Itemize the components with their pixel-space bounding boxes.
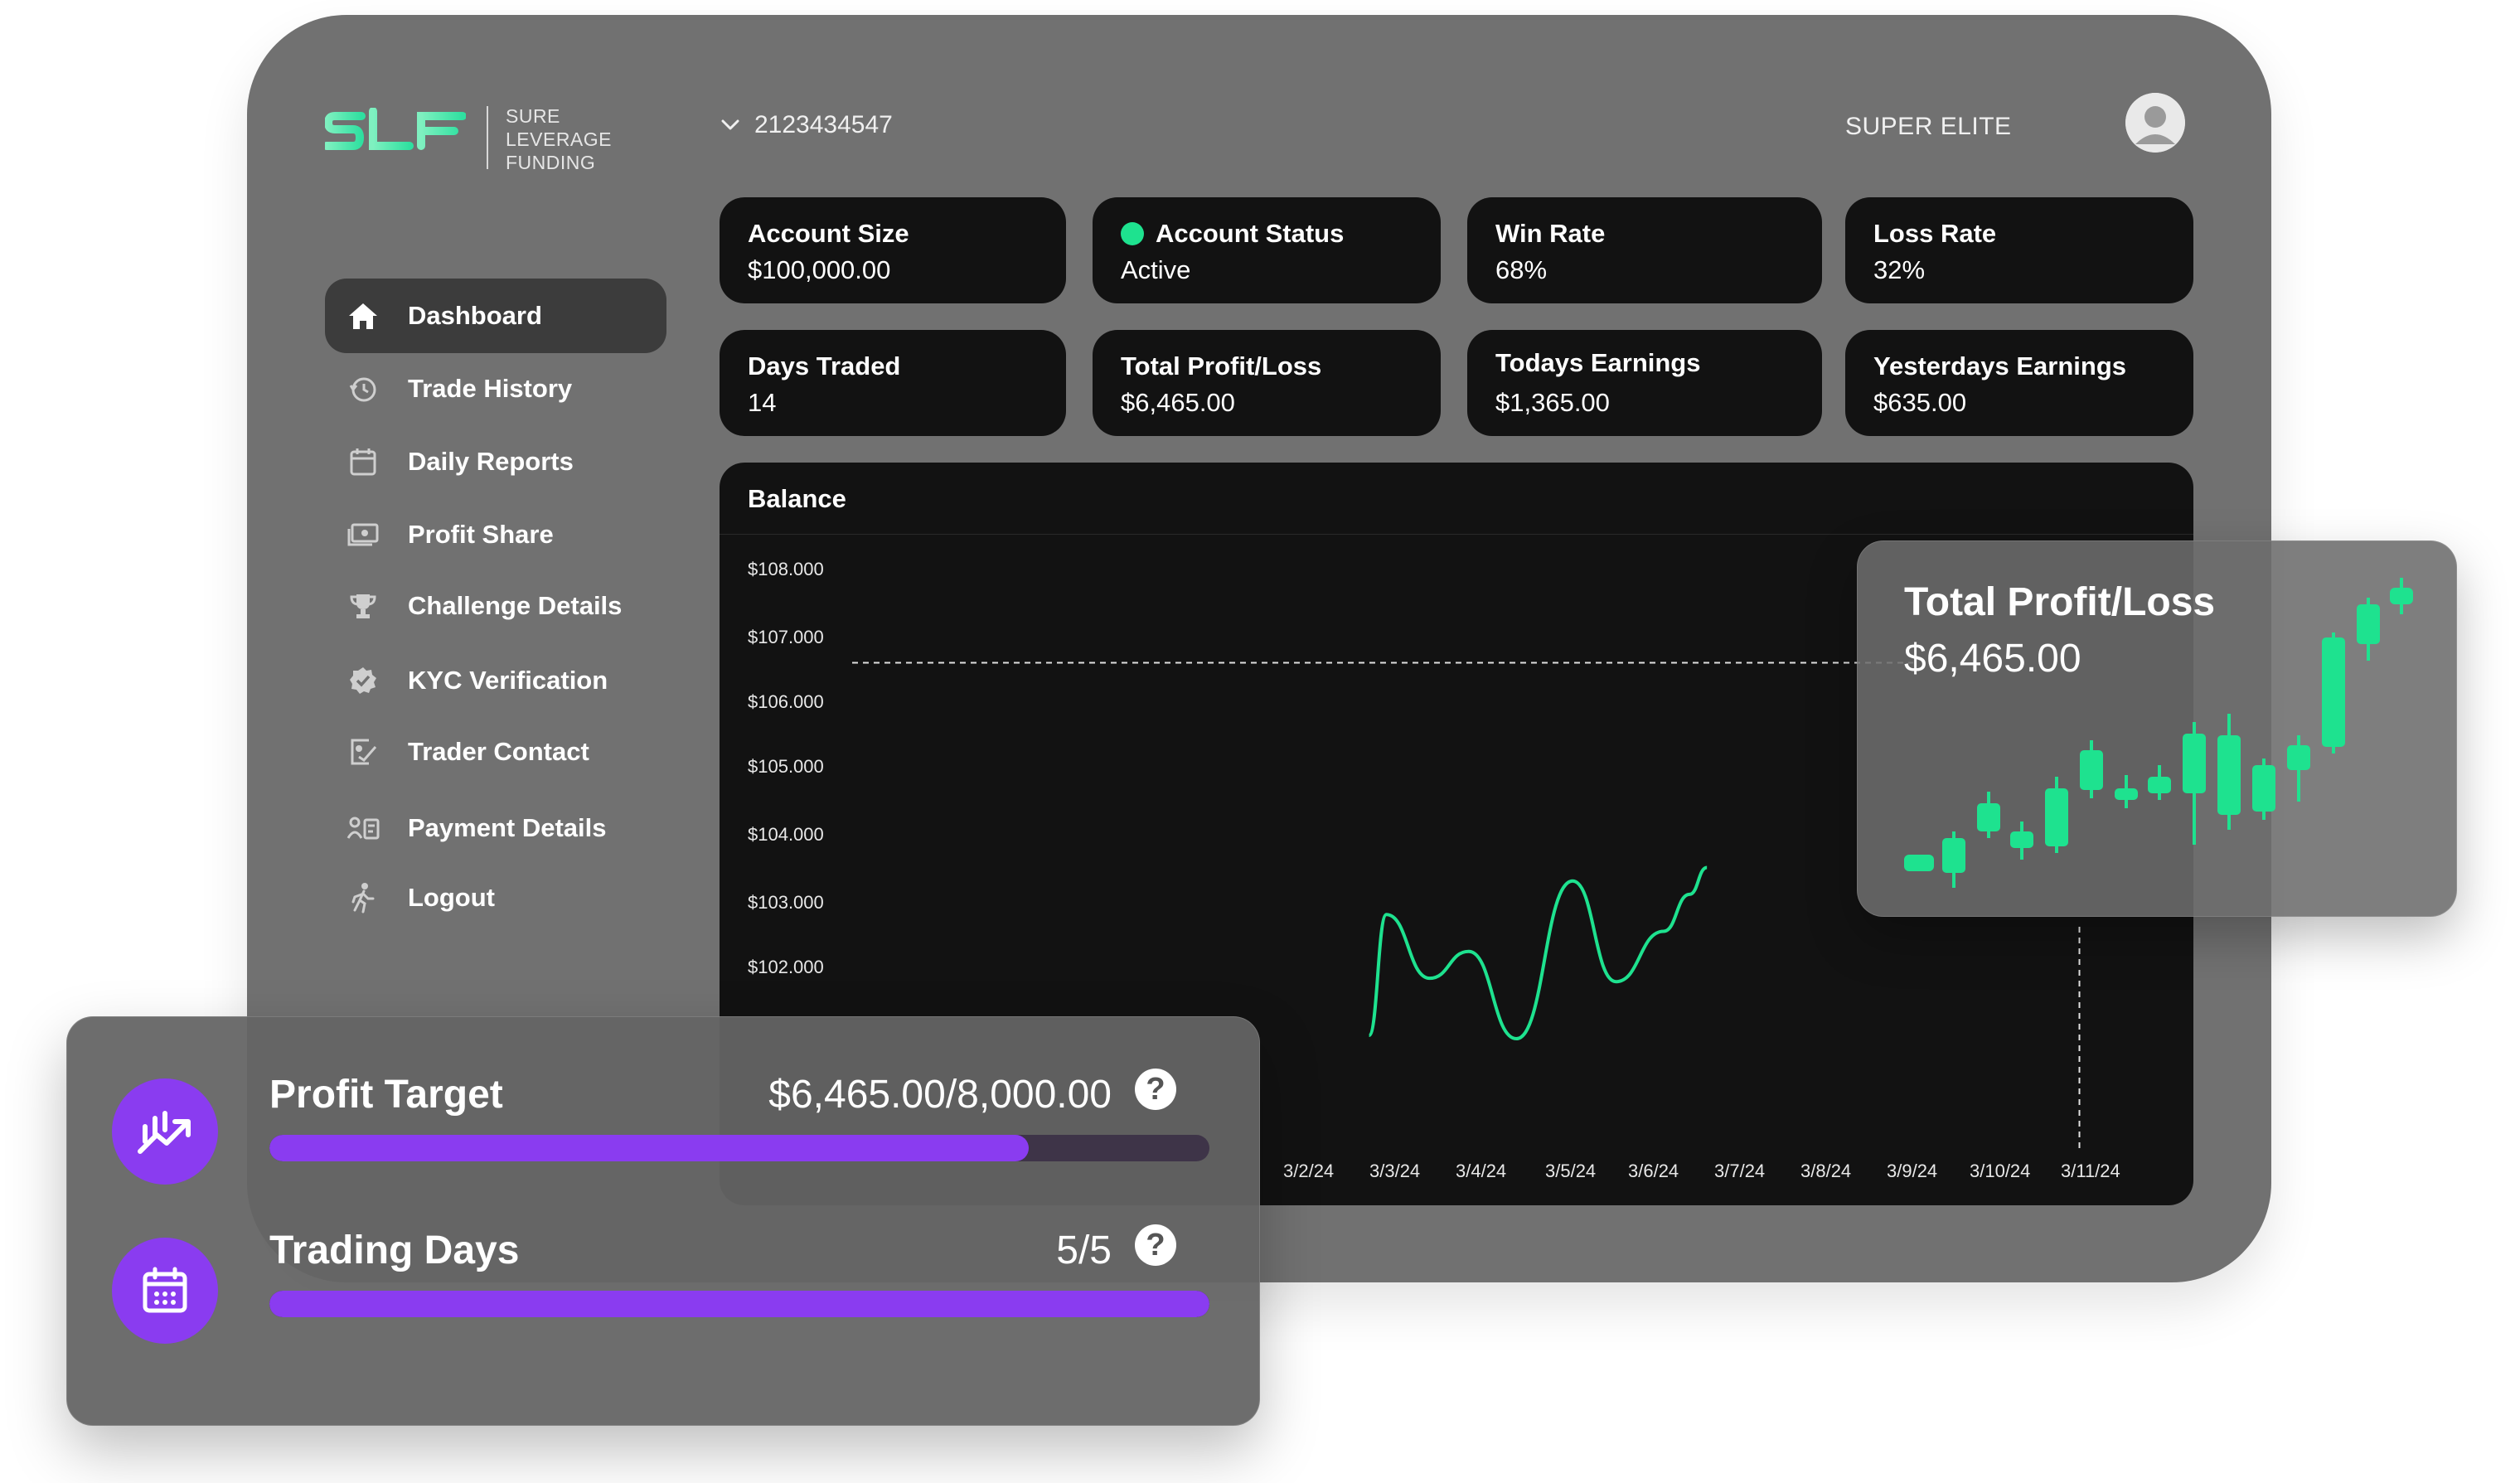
targets-card: Profit Target $6,465.00/8,000.00 ? Tradi…: [66, 1016, 1260, 1426]
stat-title: Loss Rate: [1873, 219, 1997, 248]
sidebar-item-trader-contact[interactable]: Trader Contact: [325, 715, 666, 789]
balance-series-line: [1367, 865, 1708, 1041]
stat-title: Win Rate: [1495, 219, 1606, 248]
stat-value: 68%: [1495, 255, 1548, 284]
stat-card-account-size: Account Size $100,000.00: [720, 197, 1066, 303]
help-icon[interactable]: ?: [1135, 1069, 1176, 1110]
profit-loss-card: Total Profit/Loss $6,465.00: [1857, 540, 2457, 917]
chevron-down-icon: [721, 119, 739, 130]
stat-card-loss-rate: Loss Rate 32%: [1845, 197, 2193, 303]
slf-logo-mark: [325, 108, 466, 150]
x-tick-label: 3/4/24: [1456, 1161, 1507, 1181]
sidebar-item-label: Trader Contact: [408, 737, 589, 766]
stat-card-days-traded: Days Traded 14: [720, 330, 1066, 436]
trading-days-label: Trading Days: [269, 1229, 520, 1272]
sidebar-item-label: KYC Verification: [408, 666, 608, 695]
sidebar-item-challenge-details[interactable]: Challenge Details: [325, 569, 666, 643]
sidebar-item-daily-reports[interactable]: Daily Reports: [325, 424, 666, 499]
account-tier: SUPER ELITE: [1845, 113, 2012, 140]
sidebar-item-label: Logout: [408, 883, 496, 912]
profit-target-progress: [269, 1135, 1209, 1161]
contact-icon: [346, 735, 380, 768]
stat-card-todays-earnings: Todays Earnings $1,365.00: [1467, 330, 1822, 436]
trading-days-progress: [269, 1291, 1209, 1317]
stat-value: $635.00: [1873, 388, 1967, 417]
stat-card-total-profit-loss: Total Profit/Loss $6,465.00: [1093, 330, 1441, 436]
stat-card-account-status: Account Status Active: [1093, 197, 1441, 303]
candlestick-chart-icon: [1904, 578, 2413, 888]
stat-title: Total Profit/Loss: [1121, 351, 1322, 380]
stat-card-win-rate: Win Rate 68%: [1467, 197, 1822, 303]
sidebar-item-dashboard[interactable]: Dashboard: [325, 279, 666, 353]
sidebar-item-trade-history[interactable]: Trade History: [325, 351, 666, 426]
x-tick-label: 3/7/24: [1714, 1161, 1766, 1181]
user-avatar[interactable]: [2125, 93, 2185, 153]
stat-value: 14: [748, 388, 777, 417]
trading-days-progress-fill: [269, 1291, 1209, 1317]
profit-target-progress-fill: [269, 1135, 1030, 1161]
x-tick-label: 3/10/24: [1970, 1161, 2031, 1181]
x-tick-label: 3/8/24: [1800, 1161, 1852, 1181]
sidebar-item-label: Challenge Details: [408, 591, 623, 620]
home-icon: [346, 299, 380, 332]
calendar-icon: [346, 445, 380, 478]
payment-icon: [346, 812, 380, 845]
cash-icon: [346, 518, 380, 551]
sidebar-item-payment-details[interactable]: Payment Details: [325, 791, 666, 865]
logout-icon: [346, 881, 380, 914]
status-dot: [1121, 222, 1144, 245]
sidebar-item-label: Dashboard: [408, 301, 542, 330]
stat-value: $6,465.00: [1121, 388, 1235, 417]
stat-card-yesterdays-earnings: Yesterdays Earnings $635.00: [1845, 330, 2193, 436]
sidebar-item-kyc-verification[interactable]: KYC Verification: [325, 643, 666, 718]
stat-value: Active: [1121, 255, 1191, 284]
user-icon: [2125, 93, 2185, 153]
stat-value: $1,365.00: [1495, 388, 1610, 417]
account-number: 2123434547: [754, 111, 893, 138]
profit-target-label: Profit Target: [269, 1073, 503, 1117]
x-tick-label: 3/6/24: [1628, 1161, 1679, 1181]
brand-name: SURE LEVERAGE FUNDING: [506, 104, 612, 174]
brand-logo[interactable]: SURE LEVERAGE FUNDING: [325, 104, 640, 179]
x-tick-label: 3/9/24: [1887, 1161, 1938, 1181]
x-tick-label: 3/2/24: [1283, 1161, 1335, 1181]
account-selector[interactable]: 2123434547: [721, 111, 893, 139]
help-icon[interactable]: ?: [1135, 1224, 1176, 1266]
sidebar-item-label: Profit Share: [408, 520, 554, 549]
history-icon: [346, 372, 380, 405]
stat-title: Todays Earnings: [1495, 348, 1701, 377]
x-tick-label: 3/5/24: [1545, 1161, 1597, 1181]
x-tick-label: 3/3/24: [1369, 1161, 1421, 1181]
verified-badge-icon: [346, 664, 380, 697]
stat-title: Yesterdays Earnings: [1873, 351, 2126, 380]
stat-value: $100,000.00: [748, 255, 891, 284]
stat-title: Account Size: [748, 219, 909, 248]
brand-name-line: LEVERAGE: [506, 128, 612, 150]
logo-divider: [487, 106, 488, 169]
x-tick-label: 3/11/24: [2061, 1161, 2120, 1181]
sidebar-item-logout[interactable]: Logout: [325, 860, 666, 935]
brand-name-line: FUNDING: [506, 152, 596, 173]
stat-title: Account Status: [1156, 219, 1345, 248]
profit-target-value: $6,465.00/8,000.00: [768, 1073, 1112, 1117]
calendar-icon: [112, 1238, 218, 1344]
stat-value: 32%: [1873, 255, 1926, 284]
trading-days-value: 5/5: [1056, 1229, 1112, 1272]
trophy-icon: [346, 589, 380, 623]
stat-title: Days Traded: [748, 351, 901, 380]
sidebar-item-label: Payment Details: [408, 813, 607, 842]
stat-title-row: Account Status: [1121, 219, 1344, 249]
brand-name-line: SURE: [506, 105, 560, 127]
sidebar-item-profit-share[interactable]: Profit Share: [325, 497, 666, 572]
growth-chart-icon: [112, 1078, 218, 1185]
sidebar-item-label: Trade History: [408, 374, 573, 403]
sidebar-item-label: Daily Reports: [408, 447, 574, 476]
